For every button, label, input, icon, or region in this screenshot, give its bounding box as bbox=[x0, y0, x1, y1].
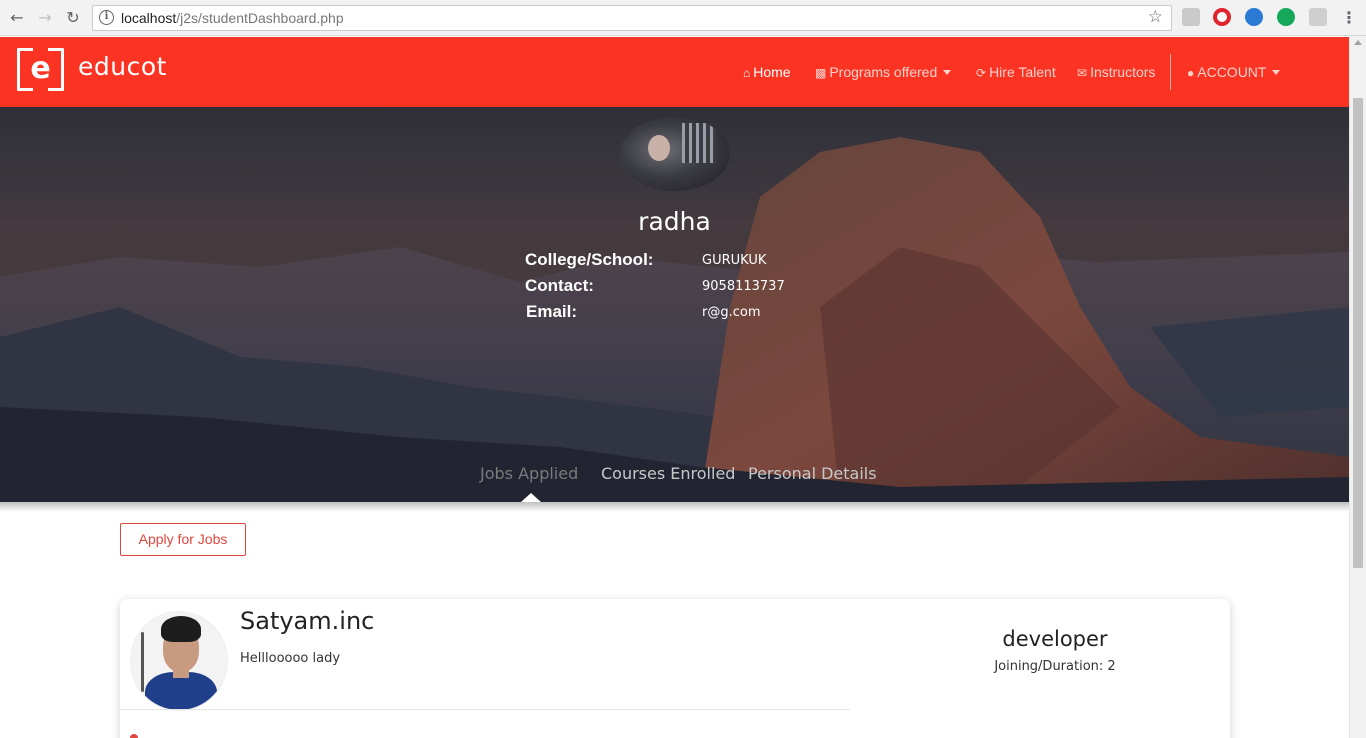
email-value: r@g.com bbox=[702, 305, 761, 320]
nav-home[interactable]: ⌂ Home bbox=[743, 64, 791, 80]
job-company-name: Satyam.inc bbox=[240, 607, 375, 635]
home-icon: ⌂ bbox=[743, 66, 751, 80]
extension-icon[interactable] bbox=[1309, 8, 1327, 26]
page-scrollbar[interactable] bbox=[1349, 36, 1366, 738]
email-label: Email: bbox=[526, 302, 578, 321]
address-bar[interactable]: i localhost/j2s/studentDashboard.php ☆ bbox=[92, 5, 1172, 31]
forward-icon[interactable]: → bbox=[34, 7, 56, 29]
job-duration: Joining/Duration: 2 bbox=[994, 659, 1116, 674]
nav-instructors-label: Instructors bbox=[1090, 64, 1156, 80]
back-icon[interactable]: ← bbox=[6, 7, 28, 29]
nav-account-label: ACCOUNT bbox=[1197, 64, 1267, 80]
tab-jobs-applied[interactable]: Jobs Applied bbox=[480, 464, 578, 483]
profile-avatar bbox=[620, 117, 730, 191]
company-avatar bbox=[130, 611, 228, 711]
chevron-down-icon bbox=[1272, 70, 1281, 75]
nav-home-label: Home bbox=[753, 64, 791, 80]
profile-hero: radha College/School: GURUKUK Contact: 9… bbox=[0, 107, 1349, 502]
apply-for-jobs-button[interactable]: Apply for Jobs bbox=[120, 523, 246, 556]
nav-account[interactable]: ● ACCOUNT bbox=[1187, 64, 1281, 80]
url-path: /j2s/studentDashboard.php bbox=[176, 10, 344, 26]
site-navbar: e educot ⌂ Home ▩ Programs offered ⟳ Hire T… bbox=[0, 37, 1349, 107]
job-description: Helllooooo lady bbox=[240, 651, 341, 666]
nav-hire-label: Hire Talent bbox=[989, 64, 1056, 80]
info-icon[interactable]: i bbox=[99, 10, 114, 25]
active-tab-indicator bbox=[521, 493, 541, 502]
browser-toolbar: ← → ↻ i localhost/j2s/studentDashboard.p… bbox=[0, 0, 1366, 36]
college-label: College/School: bbox=[525, 250, 654, 269]
status-dot bbox=[130, 734, 138, 738]
profile-name: radha bbox=[638, 207, 711, 236]
book-icon: ▩ bbox=[815, 66, 827, 80]
menu-kebab-icon[interactable]: ⋮ bbox=[1338, 7, 1360, 29]
job-role: developer bbox=[1002, 627, 1108, 651]
nav-hire-talent[interactable]: ⟳ Hire Talent bbox=[976, 64, 1056, 80]
contact-value: 9058113737 bbox=[702, 279, 785, 294]
scrollbar-thumb[interactable] bbox=[1353, 98, 1363, 568]
job-divider bbox=[120, 709, 850, 710]
user-icon: ● bbox=[1187, 66, 1195, 80]
envelope-icon: ✉ bbox=[1077, 66, 1088, 80]
educot-logo[interactable]: e bbox=[17, 47, 64, 92]
refresh-icon: ⟳ bbox=[976, 66, 987, 80]
job-card[interactable]: Satyam.inc Helllooooo lady developer Joi… bbox=[120, 599, 1230, 738]
logo-letter: e bbox=[30, 51, 51, 86]
url-host: localhost bbox=[121, 10, 177, 26]
nav-programs-offered[interactable]: ▩ Programs offered bbox=[815, 64, 952, 80]
url-text[interactable]: localhost/j2s/studentDashboard.php bbox=[121, 10, 344, 26]
grammarly-extension-icon[interactable] bbox=[1277, 8, 1295, 26]
globe-extension-icon[interactable] bbox=[1245, 8, 1263, 26]
brand-name[interactable]: educot bbox=[78, 52, 167, 81]
hero-shadow bbox=[0, 502, 1349, 512]
tab-personal-details[interactable]: Personal Details bbox=[748, 464, 877, 483]
nav-programs-label: Programs offered bbox=[829, 64, 938, 80]
pdf-extension-icon[interactable] bbox=[1182, 8, 1200, 26]
college-value: GURUKUK bbox=[702, 253, 767, 268]
contact-label: Contact: bbox=[525, 276, 594, 295]
tab-courses-enrolled[interactable]: Courses Enrolled bbox=[601, 464, 735, 483]
nav-instructors[interactable]: ✉ Instructors bbox=[1077, 64, 1155, 80]
chevron-down-icon bbox=[943, 70, 952, 75]
reload-icon[interactable]: ↻ bbox=[62, 7, 84, 29]
scroll-up-icon[interactable] bbox=[1354, 40, 1362, 45]
page: e educot ⌂ Home ▩ Programs offered ⟳ Hire T… bbox=[0, 37, 1349, 738]
opera-extension-icon[interactable] bbox=[1213, 8, 1231, 26]
nav-divider bbox=[1170, 54, 1171, 90]
bookmark-star-icon[interactable]: ☆ bbox=[1148, 7, 1163, 27]
